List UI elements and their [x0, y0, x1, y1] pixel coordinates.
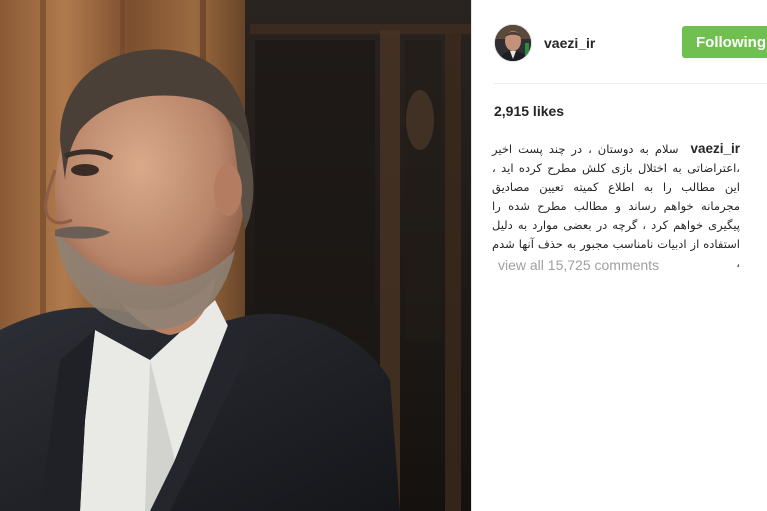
profile-photo-avatar-icon — [495, 25, 531, 61]
caption-text: سلام به دوستان ، در چند پست اخیر ،اعتراض… — [492, 142, 740, 270]
portrait-photo-image — [0, 0, 471, 511]
post-side-panel: vaezi_ir Following 2,915 likes vaezi_ir … — [471, 0, 767, 511]
header-divider — [494, 83, 767, 84]
post-header: vaezi_ir Following — [494, 22, 767, 64]
username-link[interactable]: vaezi_ir — [544, 35, 595, 51]
view-all-comments-link[interactable]: view all 15,725 comments — [498, 257, 659, 273]
avatar[interactable] — [494, 24, 532, 62]
post-photo[interactable] — [0, 0, 471, 511]
likes-count[interactable]: 2,915 likes — [494, 103, 564, 119]
caption-username-link[interactable]: vaezi_ir — [690, 141, 740, 156]
following-button[interactable]: Following — [682, 26, 767, 58]
post-caption: vaezi_ir سلام به دوستان ، در چند پست اخی… — [492, 139, 740, 273]
